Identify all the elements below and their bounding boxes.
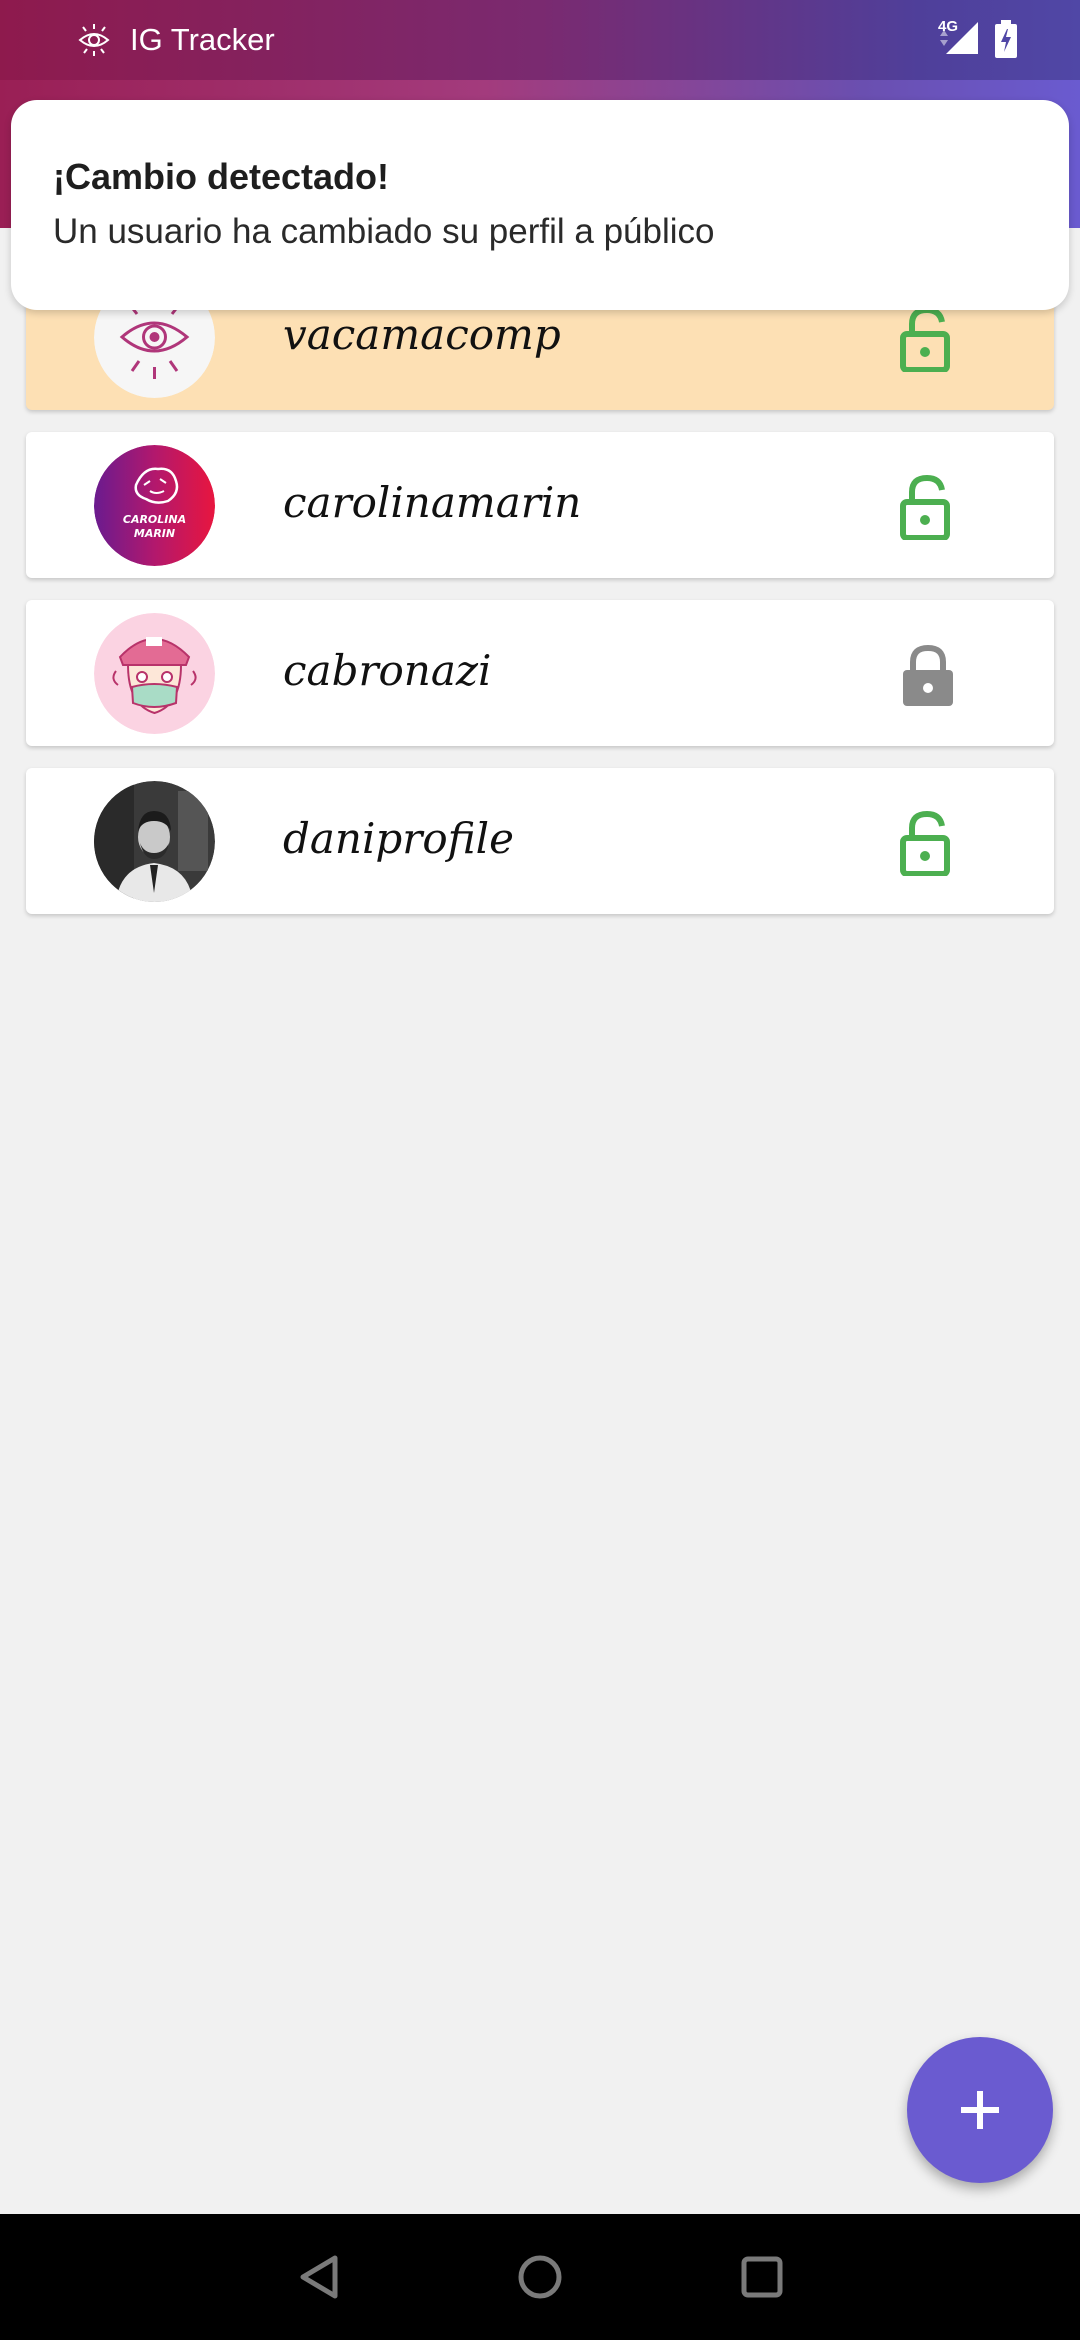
network-type-label: 4G [938, 18, 959, 35]
svg-text:CAROLINA: CAROLINA [123, 513, 186, 526]
unlocked-lock-icon[interactable] [898, 810, 958, 876]
status-app-title: IG Tracker [130, 22, 275, 57]
list-item-cabronazi[interactable]: cabronazi [26, 600, 1054, 746]
list-item-daniprofile[interactable]: daniprofile [26, 768, 1054, 914]
plus-icon [961, 2091, 999, 2129]
list-item-carolinamarin[interactable]: CAROLINA MARIN carolinamarin [26, 432, 1054, 578]
recents-icon[interactable] [737, 2252, 787, 2302]
system-navigation-bar [0, 2214, 1080, 2340]
notification-text: Un usuario ha cambiado su perfil a públi… [53, 212, 715, 251]
username-label: cabronazi [283, 646, 492, 695]
heads-up-notification[interactable]: ¡Cambio detectado! Un usuario ha cambiad… [11, 100, 1069, 310]
username-label: carolinamarin [283, 478, 582, 527]
unlocked-lock-icon[interactable] [898, 306, 958, 372]
notification-title: ¡Cambio detectado! [53, 156, 390, 197]
carolina-marin-logo-avatar: CAROLINA MARIN [94, 445, 215, 566]
username-label: vacamacomp [283, 310, 561, 359]
svg-text:MARIN: MARIN [134, 527, 175, 540]
back-icon[interactable] [295, 2252, 345, 2302]
cartoon-avatar [94, 613, 215, 734]
battery-charging-icon [995, 20, 1017, 58]
unlocked-lock-icon[interactable] [898, 474, 958, 540]
home-icon[interactable] [515, 2252, 565, 2302]
locked-lock-icon[interactable] [898, 642, 958, 708]
status-bar: IG Tracker 4G [0, 0, 1080, 80]
eye-icon [78, 24, 110, 56]
photo-avatar [94, 781, 215, 902]
add-user-button[interactable] [907, 2037, 1053, 2183]
username-label: daniprofile [283, 814, 514, 863]
